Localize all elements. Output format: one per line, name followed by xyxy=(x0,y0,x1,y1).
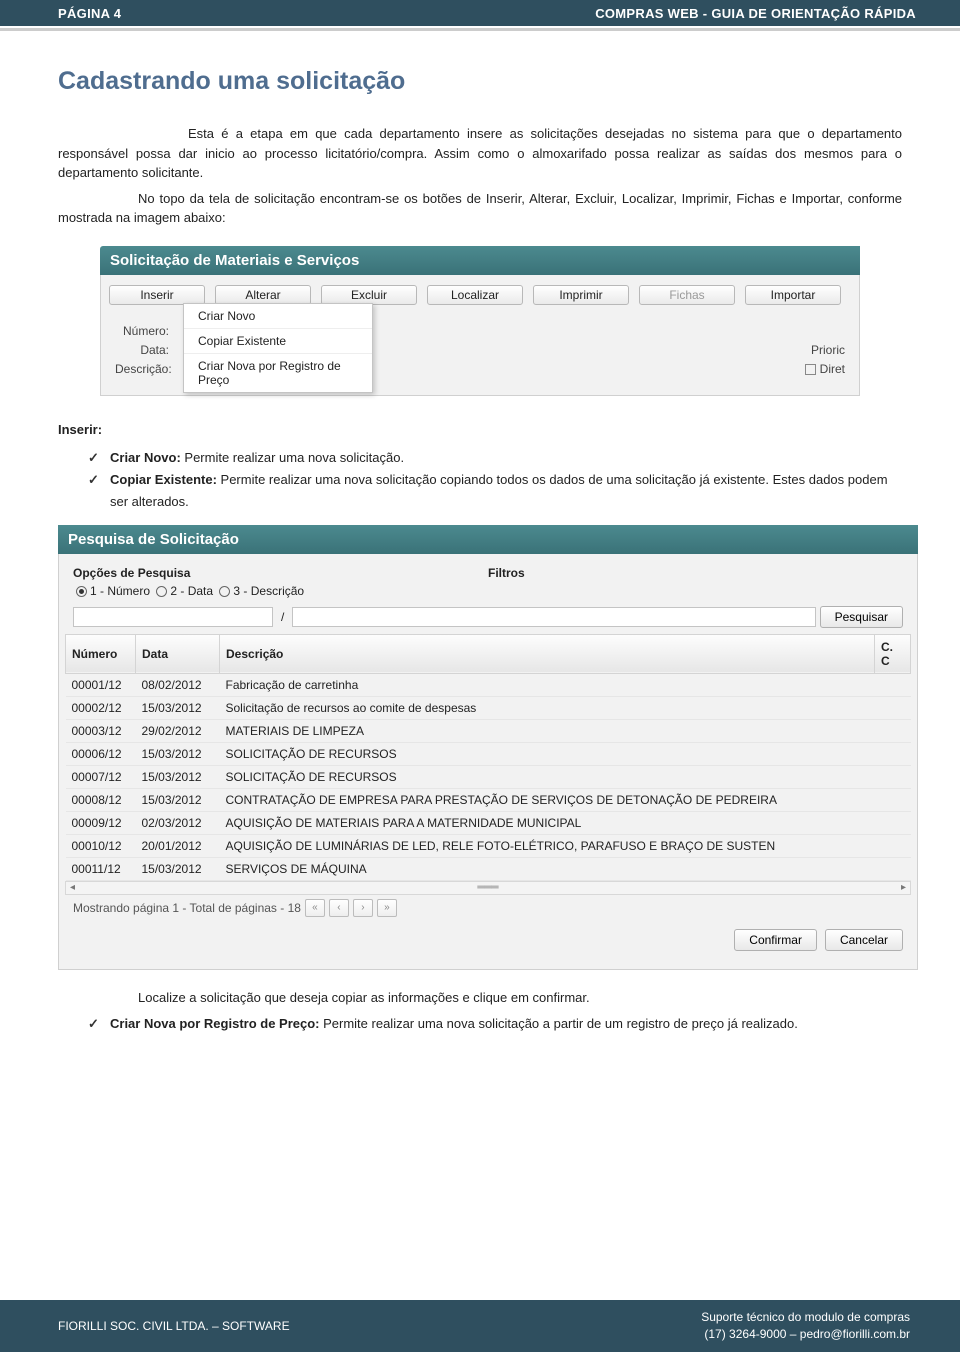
dropdown-item-copiar[interactable]: Copiar Existente xyxy=(184,329,372,354)
col-numero[interactable]: Número xyxy=(66,634,136,673)
list-item: Criar Novo: Permite realizar uma nova so… xyxy=(88,447,902,469)
tab-inserir[interactable]: Inserir xyxy=(109,285,205,305)
filtros-label: Filtros xyxy=(488,566,903,580)
footer-support: Suporte técnico do modulo de compras xyxy=(701,1309,910,1326)
radio-numero[interactable] xyxy=(76,586,87,597)
intro-para-2: No topo da tela de solicitação encontram… xyxy=(58,189,902,228)
screenshot-solicitacao: Solicitação de Materiais e Serviços Inse… xyxy=(100,246,860,396)
list-item: Copiar Existente: Permite realizar uma n… xyxy=(88,469,902,513)
inserir-heading: Inserir: xyxy=(58,422,902,437)
table-row[interactable]: 00007/1215/03/2012SOLICITAÇÃO DE RECURSO… xyxy=(66,765,911,788)
screenshot-pesquisa: Pesquisa de Solicitação Opções de Pesqui… xyxy=(58,525,918,970)
dropdown-item-registro[interactable]: Criar Nova por Registro de Preço xyxy=(184,354,372,392)
pager-next-icon[interactable]: › xyxy=(353,899,373,917)
results-table: Número Data Descrição C. C 00001/1208/02… xyxy=(65,634,911,881)
col-cc[interactable]: C. C xyxy=(875,634,911,673)
table-row[interactable]: 00008/1215/03/2012CONTRATAÇÃO DE EMPRESA… xyxy=(66,788,911,811)
footer-company: FIORILLI SOC. CIVIL LTDA. – SOFTWARE xyxy=(58,1319,290,1333)
window-title-2: Pesquisa de Solicitação xyxy=(58,525,918,554)
inserir-dropdown: Criar Novo Copiar Existente Criar Nova p… xyxy=(183,303,373,393)
table-row[interactable]: 00010/1220/01/2012AQUISIÇÃO DE LUMINÁRIA… xyxy=(66,834,911,857)
scroll-right-icon[interactable]: ▸ xyxy=(897,882,910,893)
page-title: Cadastrando uma solicitação xyxy=(58,67,902,96)
tab-excluir[interactable]: Excluir xyxy=(321,285,417,305)
horizontal-scrollbar[interactable]: ◂═══▸ xyxy=(65,881,911,895)
doc-title: COMPRAS WEB - GUIA DE ORIENTAÇÃO RÁPIDA xyxy=(595,6,916,21)
search-input-2[interactable] xyxy=(292,607,815,627)
tab-imprimir[interactable]: Imprimir xyxy=(533,285,629,305)
label-data: Data: xyxy=(115,343,175,357)
pager-first-icon[interactable]: « xyxy=(305,899,325,917)
tab-fichas[interactable]: Fichas xyxy=(639,285,735,305)
table-row[interactable]: 00002/1215/03/2012Solicitação de recurso… xyxy=(66,696,911,719)
page-number: PÁGINA 4 xyxy=(58,6,121,21)
scroll-left-icon[interactable]: ◂ xyxy=(66,882,79,893)
label-prioric: Prioric xyxy=(811,343,845,357)
tab-alterar[interactable]: Alterar xyxy=(215,285,311,305)
cancelar-button[interactable]: Cancelar xyxy=(825,929,903,951)
table-row[interactable]: 00006/1215/03/2012SOLICITAÇÃO DE RECURSO… xyxy=(66,742,911,765)
table-row[interactable]: 00001/1208/02/2012Fabricação de carretin… xyxy=(66,673,911,696)
list-item: Criar Nova por Registro de Preço: Permit… xyxy=(88,1013,902,1035)
intro-para-1: Esta é a etapa em que cada departamento … xyxy=(58,124,902,183)
table-row[interactable]: 00009/1202/03/2012AQUISIÇÃO DE MATERIAIS… xyxy=(66,811,911,834)
bullet-list-2: Criar Nova por Registro de Preço: Permit… xyxy=(58,1013,902,1035)
opcoes-label: Opções de Pesquisa xyxy=(73,566,488,580)
label-numero: Número: xyxy=(115,324,175,338)
confirmar-button[interactable]: Confirmar xyxy=(734,929,817,951)
slash-separator: / xyxy=(277,610,288,624)
footer-contact: (17) 3264-9000 – pedro@fiorilli.com.br xyxy=(701,1326,910,1343)
page-header: PÁGINA 4 COMPRAS WEB - GUIA DE ORIENTAÇÃ… xyxy=(0,0,960,26)
page-footer: FIORILLI SOC. CIVIL LTDA. – SOFTWARE Sup… xyxy=(0,1300,960,1352)
para-localize: Localize a solicitação que deseja copiar… xyxy=(58,988,902,1008)
dropdown-item-criar-novo[interactable]: Criar Novo xyxy=(184,304,372,329)
radio-descricao[interactable] xyxy=(219,586,230,597)
window-title: Solicitação de Materiais e Serviços xyxy=(100,246,860,275)
pager-prev-icon[interactable]: ‹ xyxy=(329,899,349,917)
tab-importar[interactable]: Importar xyxy=(745,285,841,305)
label-diret: Diret xyxy=(820,362,845,376)
tab-localizar[interactable]: Localizar xyxy=(427,285,523,305)
search-input-1[interactable] xyxy=(73,607,273,627)
pesquisar-button[interactable]: Pesquisar xyxy=(820,606,903,628)
col-descricao[interactable]: Descrição xyxy=(220,634,875,673)
checkbox-diret[interactable] xyxy=(805,364,816,375)
pager-last-icon[interactable]: » xyxy=(377,899,397,917)
table-row[interactable]: 00011/1215/03/2012SERVIÇOS DE MÁQUINA xyxy=(66,857,911,880)
bullet-list-1: Criar Novo: Permite realizar uma nova so… xyxy=(58,447,902,513)
radio-data[interactable] xyxy=(156,586,167,597)
label-descricao: Descrição: xyxy=(115,362,175,376)
pager-status: Mostrando página 1 - Total de páginas - … xyxy=(73,901,301,915)
col-data[interactable]: Data xyxy=(136,634,220,673)
table-row[interactable]: 00003/1229/02/2012MATERIAIS DE LIMPEZA xyxy=(66,719,911,742)
